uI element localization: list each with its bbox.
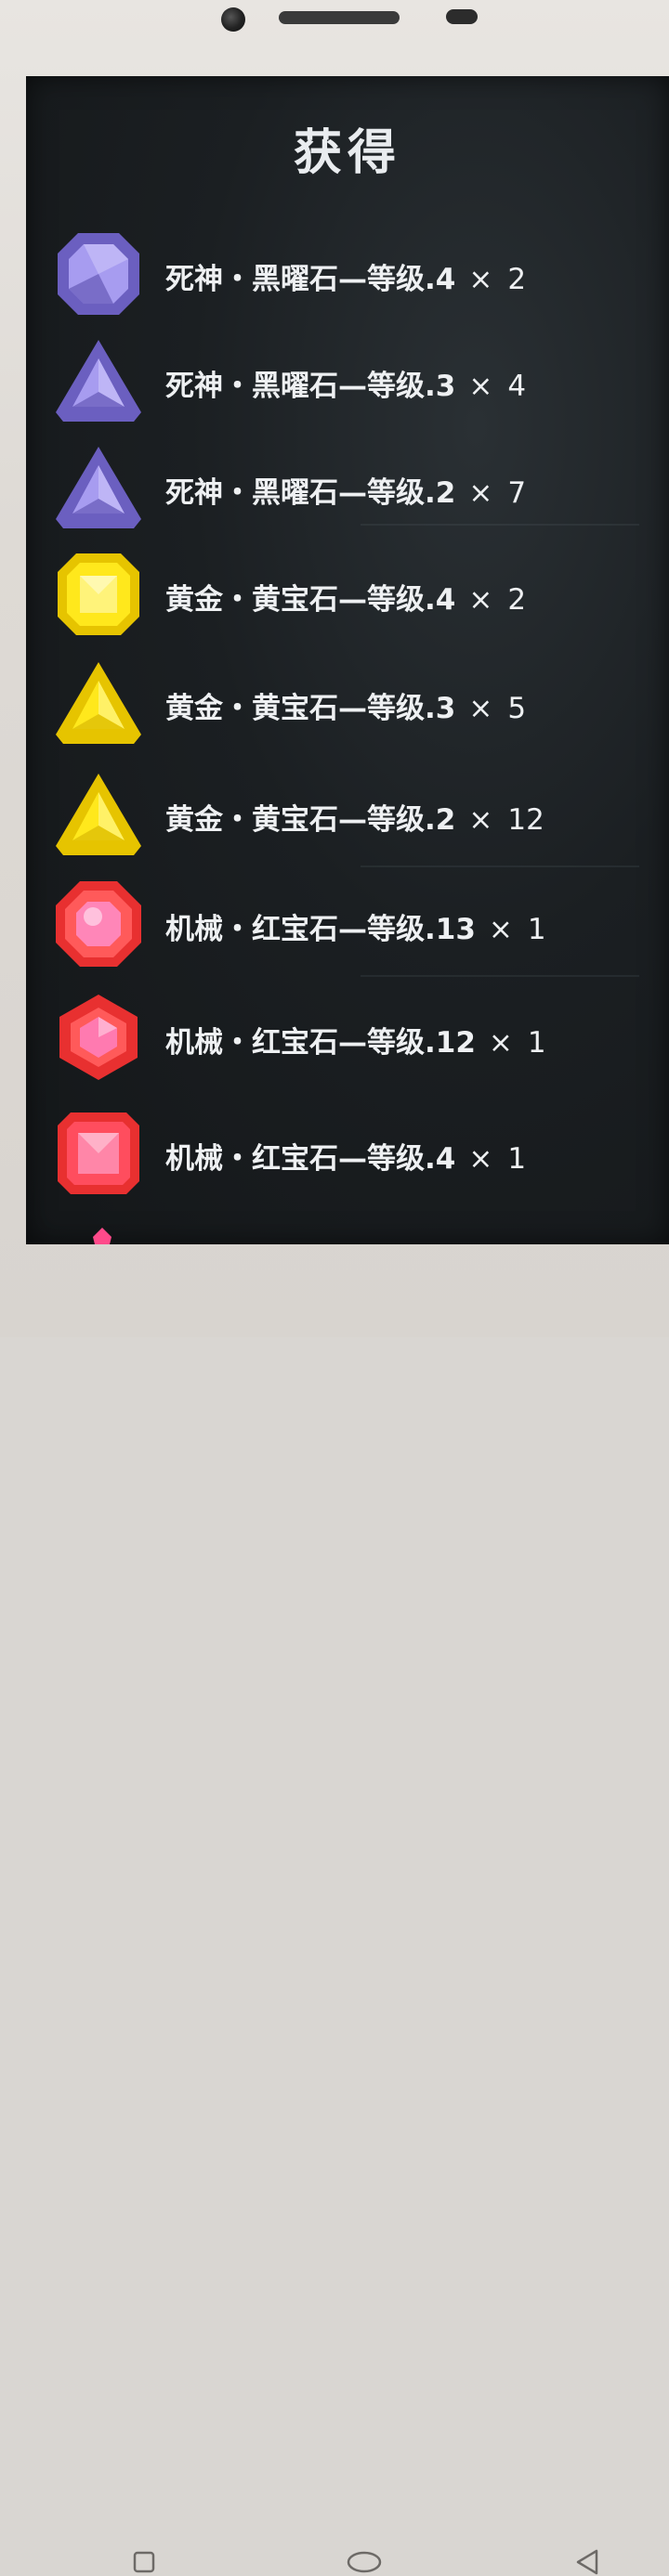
item-label: 机械・红宝石—等级.12 × 1 — [165, 1019, 546, 1060]
multiply-sign: × — [468, 263, 493, 296]
game-screen: 获得 死神・黑曜石—等级.4 × 2 死神・黑曜石—等级.3 × 4 死神・黑曜… — [26, 76, 669, 1244]
list-item[interactable]: 机械・红宝石—等级.12 × 1 — [26, 991, 669, 1093]
item-quantity: 4 — [507, 370, 527, 403]
item-name: 死神・黑曜石—等级.2 — [165, 476, 456, 510]
front-camera-icon — [221, 7, 245, 32]
item-quantity: 5 — [507, 692, 527, 725]
multiply-sign: × — [468, 370, 493, 403]
item-label: 死神・黑曜石—等级.2 × 7 — [165, 469, 526, 511]
item-label: 机械・红宝石—等级.13 × 1 — [165, 905, 546, 947]
item-name: 机械・红宝石—等级.13 — [165, 913, 476, 946]
phone-frame: 获得 死神・黑曜石—等级.4 × 2 死神・黑曜石—等级.3 × 4 死神・黑曜… — [0, 0, 669, 2575]
item-label: 死神・黑曜石—等级.3 × 4 — [165, 362, 526, 404]
item-quantity: 2 — [507, 263, 527, 296]
reward-list: 死神・黑曜石—等级.4 × 2 死神・黑曜石—等级.3 × 4 死神・黑曜石—等… — [26, 76, 669, 1244]
item-name: 机械・红宝石—等级.12 — [165, 1026, 476, 1060]
item-quantity: 1 — [507, 1142, 527, 1176]
list-item[interactable]: 机械・红宝石—等级.4 × 1 — [26, 1107, 669, 1209]
item-name: 机械・红宝石—等级.4 — [165, 1142, 456, 1176]
item-name: 死神・黑曜石—等级.4 — [165, 263, 456, 296]
item-label: 机械・红宝石—等级.4 × 1 — [165, 1135, 526, 1177]
list-item[interactable]: 死神・黑曜石—等级.3 × 4 — [26, 334, 669, 436]
multiply-sign: × — [468, 1142, 493, 1176]
item-label: 黄金・黄宝石—等级.3 × 5 — [165, 684, 526, 726]
multiply-sign: × — [468, 692, 493, 725]
proximity-sensor — [446, 9, 478, 24]
multiply-sign: × — [468, 803, 493, 837]
row-divider — [361, 524, 639, 526]
home-button[interactable] — [346, 2550, 383, 2574]
list-item[interactable]: 黄金・黄宝石—等级.3 × 5 — [26, 657, 669, 759]
list-item[interactable]: 黄金・黄宝石—等级.4 × 2 — [26, 548, 669, 650]
back-button[interactable] — [574, 2548, 600, 2576]
item-label: 黄金・黄宝石—等级.4 × 2 — [165, 576, 526, 618]
item-name: 黄金・黄宝石—等级.2 — [165, 803, 456, 837]
ruby-square-icon — [58, 1112, 139, 1194]
item-label: 黄金・黄宝石—等级.2 × 12 — [165, 796, 544, 838]
topaz-octagon-icon — [58, 553, 139, 635]
row-divider — [361, 975, 639, 977]
item-name: 黄金・黄宝石—等级.3 — [165, 692, 456, 725]
multiply-sign: × — [468, 476, 493, 510]
amethyst-triangle-icon — [56, 340, 141, 422]
multiply-sign: × — [488, 913, 513, 946]
earpiece-speaker — [279, 11, 400, 24]
amethyst-triangle-icon — [56, 447, 141, 528]
bottom-bezel — [0, 1244, 669, 2575]
item-name: 黄金・黄宝石—等级.4 — [165, 583, 456, 617]
multiply-sign: × — [488, 1026, 513, 1060]
topaz-triangle-icon — [56, 774, 141, 855]
item-quantity: 7 — [507, 476, 527, 510]
multiply-sign: × — [468, 583, 493, 617]
list-item[interactable]: 死神・黑曜石—等级.2 × 7 — [26, 441, 669, 543]
item-quantity: 1 — [527, 1026, 546, 1060]
item-label: 死神・黑曜石—等级.4 × 2 — [165, 255, 526, 297]
recent-apps-button[interactable] — [132, 2550, 156, 2574]
item-quantity: 12 — [507, 803, 544, 837]
ruby-octagon-icon — [56, 881, 141, 967]
amethyst-octagon-icon — [58, 233, 139, 315]
top-bezel — [0, 0, 669, 84]
ruby-hexagon-icon — [59, 995, 138, 1080]
topaz-triangle-icon — [56, 662, 141, 744]
list-item[interactable]: 机械・红宝石—等级.13 × 1 — [26, 878, 669, 980]
list-item[interactable]: 黄金・黄宝石—等级.2 × 12 — [26, 768, 669, 870]
item-quantity: 1 — [527, 913, 546, 946]
row-divider — [361, 865, 639, 867]
item-quantity: 2 — [507, 583, 527, 617]
list-item[interactable]: 死神・黑曜石—等级.4 × 2 — [26, 228, 669, 330]
item-name: 死神・黑曜石—等级.3 — [165, 370, 456, 403]
partial-gem-icon — [93, 1228, 112, 1244]
